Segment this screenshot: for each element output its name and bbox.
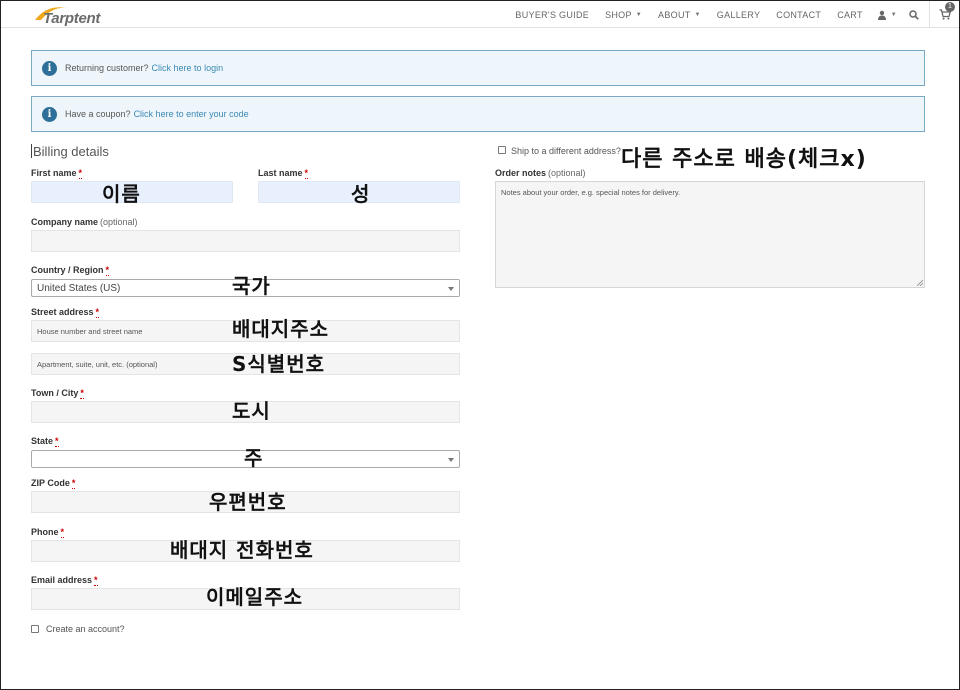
coupon-notice: i Have a coupon? Click here to enter you… (31, 96, 925, 132)
tarptent-logo[interactable]: Tarptent (33, 4, 123, 27)
info-icon: i (42, 106, 57, 122)
nav-gallery[interactable]: GALLERY (709, 1, 768, 28)
ship-different-checkbox[interactable] (498, 146, 506, 154)
label-text: ZIP Code (31, 478, 70, 488)
label-text: Email address (31, 575, 93, 585)
label-text: Town / City (31, 388, 79, 398)
user-icon (877, 10, 886, 20)
ship-different-label[interactable]: Ship to a different address? (511, 146, 621, 156)
required-mark: * (95, 307, 100, 318)
login-notice: i Returning customer? Click here to logi… (31, 50, 925, 86)
main-nav: BUYER'S GUIDE SHOP ▼ ABOUT ▼ GALLERY CONTA… (507, 1, 959, 28)
caret-down-icon: ▼ (890, 11, 897, 18)
search-icon (909, 9, 919, 20)
nav-label: CONTACT (776, 9, 822, 20)
annotation-last-name: 성 (351, 182, 371, 206)
nav-buyers-guide[interactable]: BUYER'S GUIDE (507, 1, 597, 28)
annotation-state: 주 (244, 446, 264, 470)
country-label: Country / Region * (31, 265, 110, 276)
optional-text: (optional) (548, 168, 586, 178)
last-name-label: Last name * (258, 168, 309, 179)
label-text: State (31, 436, 54, 446)
required-mark: * (80, 388, 84, 399)
street-label: Street address * (31, 307, 100, 318)
label-text: Country / Region (31, 265, 104, 275)
cart-button[interactable]: 1 (929, 1, 959, 28)
order-notes-textarea[interactable]: Notes about your order, e.g. special not… (495, 181, 925, 288)
nav-label: CART (837, 9, 863, 20)
annotation-city: 도시 (232, 399, 271, 423)
nav-label: BUYER'S GUIDE (515, 9, 590, 20)
zip-label: ZIP Code * (31, 478, 76, 489)
label-text: Company name (31, 217, 99, 227)
required-mark: * (78, 168, 83, 179)
resize-handle-icon[interactable] (917, 280, 923, 286)
nav-label: SHOP (605, 9, 632, 20)
annotation-phone: 배대지 전화번호 (170, 538, 314, 562)
nav-shop[interactable]: SHOP ▼ (597, 1, 650, 28)
cart-count-badge: 1 (945, 2, 955, 12)
country-value: United States (US) (37, 282, 121, 294)
annotation-email: 이메일주소 (206, 585, 303, 609)
annotation-apartment: S식별번호 (232, 352, 326, 376)
required-mark: * (60, 527, 65, 538)
label-text: Order notes (495, 168, 547, 178)
state-label: State * (31, 436, 59, 447)
first-name-label: First name * (31, 168, 83, 179)
nav-label: GALLERY (716, 9, 761, 20)
company-label: Company name (optional) (31, 217, 138, 227)
login-notice-text: Returning customer? (65, 63, 149, 73)
required-mark: * (55, 436, 59, 447)
nav-cart[interactable]: CART (829, 1, 871, 28)
login-link[interactable]: Click here to login (152, 63, 224, 73)
dropdown-arrow-icon (448, 458, 454, 462)
optional-text: (optional) (100, 217, 138, 227)
city-label: Town / City * (31, 388, 84, 399)
label-text: Last name (258, 168, 303, 178)
required-mark: * (304, 168, 309, 179)
annotation-country: 국가 (232, 274, 271, 298)
account-menu[interactable]: ▼ (871, 1, 903, 28)
search-button[interactable] (903, 1, 925, 28)
create-account-checkbox[interactable] (31, 625, 39, 633)
caret-down-icon: ▼ (635, 11, 643, 18)
billing-title-text: Billing details (33, 144, 109, 159)
phone-label: Phone * (31, 527, 65, 538)
create-account-label[interactable]: Create an account? (46, 624, 125, 634)
company-input[interactable] (31, 230, 460, 252)
billing-details-title: Billing details (31, 144, 109, 159)
email-label: Email address * (31, 575, 98, 586)
annotation-ship-different: 다른 주소로 배송(체크x) (621, 147, 867, 172)
order-notes-placeholder: Notes about your order, e.g. special not… (501, 188, 681, 197)
annotation-first-name: 이름 (102, 182, 141, 206)
coupon-link[interactable]: Click here to enter your code (134, 109, 249, 119)
site-header: Tarptent BUYER'S GUIDE SHOP ▼ ABOUT ▼ GALL… (1, 1, 959, 28)
nav-label: ABOUT (658, 9, 691, 20)
logo-text: Tarptent (43, 10, 101, 27)
nav-about[interactable]: ABOUT ▼ (650, 1, 709, 28)
required-mark: * (105, 265, 110, 276)
caret-down-icon: ▼ (694, 11, 701, 18)
label-text: First name (31, 168, 77, 178)
nav-contact[interactable]: CONTACT (768, 1, 829, 28)
annotation-street: 배대지주소 (232, 317, 329, 341)
dropdown-arrow-icon (448, 287, 454, 291)
order-notes-label: Order notes (optional) (495, 168, 586, 178)
coupon-notice-text: Have a coupon? (65, 109, 131, 119)
text-cursor (31, 144, 32, 158)
required-mark: * (71, 478, 76, 489)
info-icon: i (42, 60, 57, 76)
label-text: Phone (31, 527, 59, 537)
annotation-zip: 우편번호 (209, 490, 287, 514)
required-mark: * (94, 575, 98, 586)
label-text: Street address (31, 307, 94, 317)
